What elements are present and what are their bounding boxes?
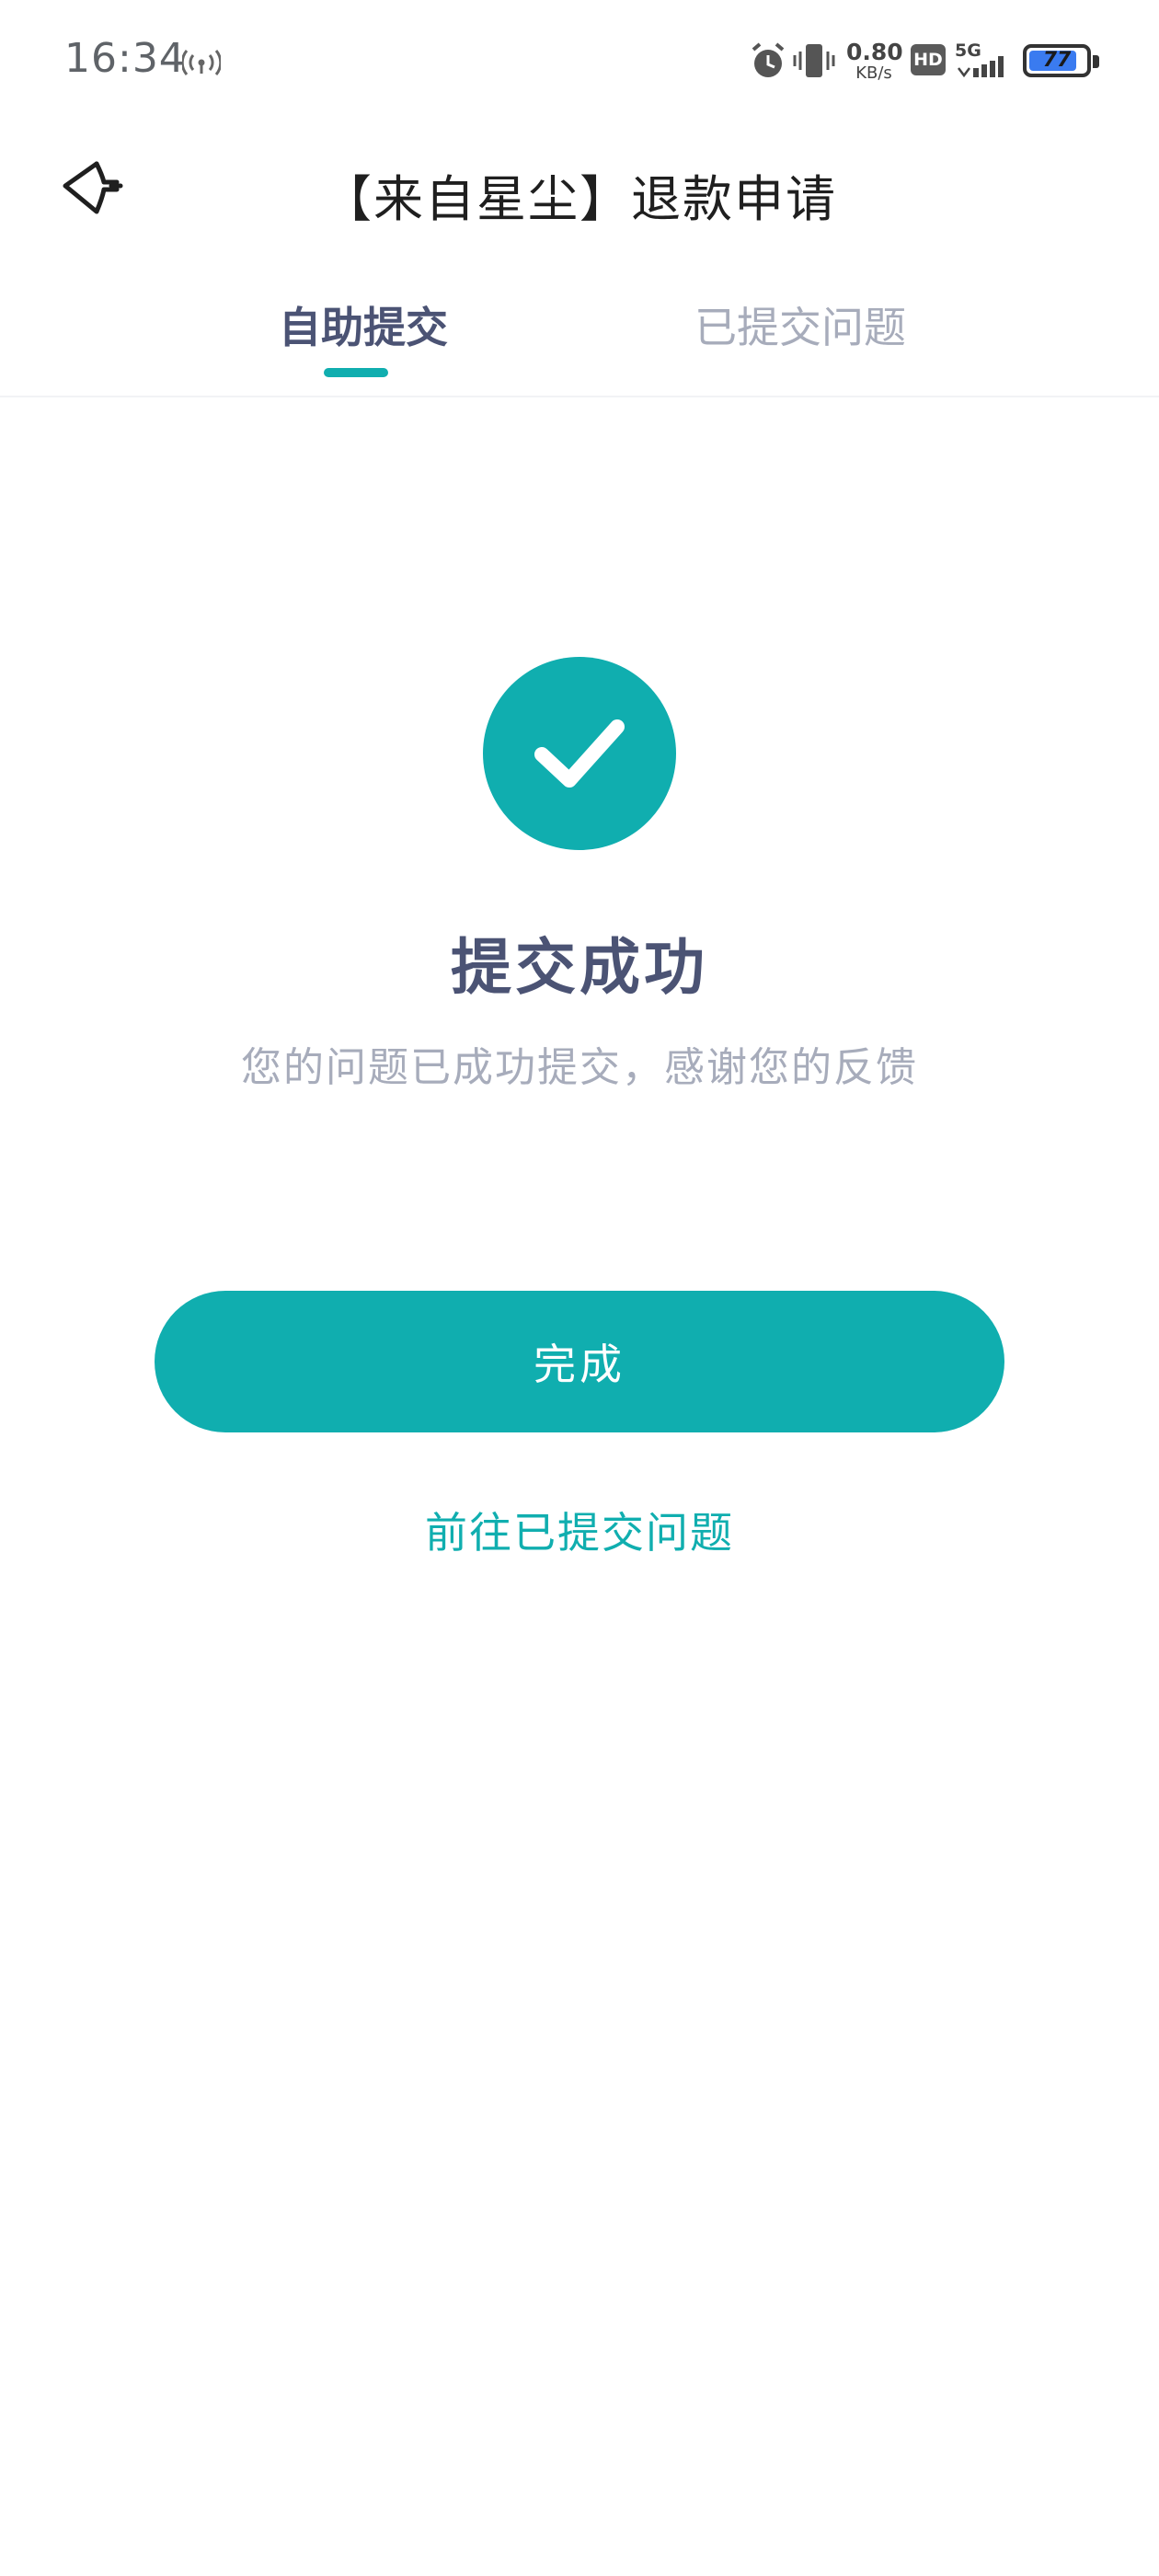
check-circle-icon <box>534 719 625 788</box>
active-tab-indicator <box>324 368 388 377</box>
status-bar: 16:34 0.80 KB/s HD 5G 77 <box>0 0 1159 120</box>
status-time: 16:34 <box>64 35 186 82</box>
tab-self-submit[interactable]: 自助提交 <box>267 294 460 355</box>
hd-badge: HD <box>911 44 946 75</box>
back-button[interactable] <box>52 153 129 223</box>
network-speed: 0.80 KB/s <box>846 39 903 83</box>
tab-bar: 自助提交 已提交问题 <box>0 276 1159 397</box>
alarm-icon <box>752 42 785 77</box>
page-title: 【来自星尘】退款申请 <box>322 170 837 228</box>
app-screen: 16:34 0.80 KB/s HD 5G 77 【来自星尘】退款申请 自助提交… <box>0 0 1159 2576</box>
done-button[interactable]: 完成 <box>155 1291 1004 1432</box>
battery-icon: 77 <box>1023 44 1099 77</box>
header: 【来自星尘】退款申请 <box>0 138 1159 239</box>
success-badge <box>483 657 676 850</box>
battery-nub <box>1093 55 1099 68</box>
hotspot-icon <box>182 50 221 75</box>
success-subtitle: 您的问题已成功提交，感谢您的反馈 <box>241 1044 918 1091</box>
success-title: 提交成功 <box>451 932 708 1003</box>
battery-level: 77 <box>1042 49 1072 72</box>
tab-submitted-issues[interactable]: 已提交问题 <box>671 294 929 355</box>
back-arrow-icon <box>63 161 123 214</box>
network-speed-unit: KB/s <box>855 63 892 83</box>
signal-icon: 5G <box>955 40 1008 79</box>
network-speed-value: 0.80 <box>846 39 903 65</box>
vibrate-icon <box>793 44 835 77</box>
goto-submitted-link[interactable]: 前往已提交问题 <box>0 1500 1159 1560</box>
